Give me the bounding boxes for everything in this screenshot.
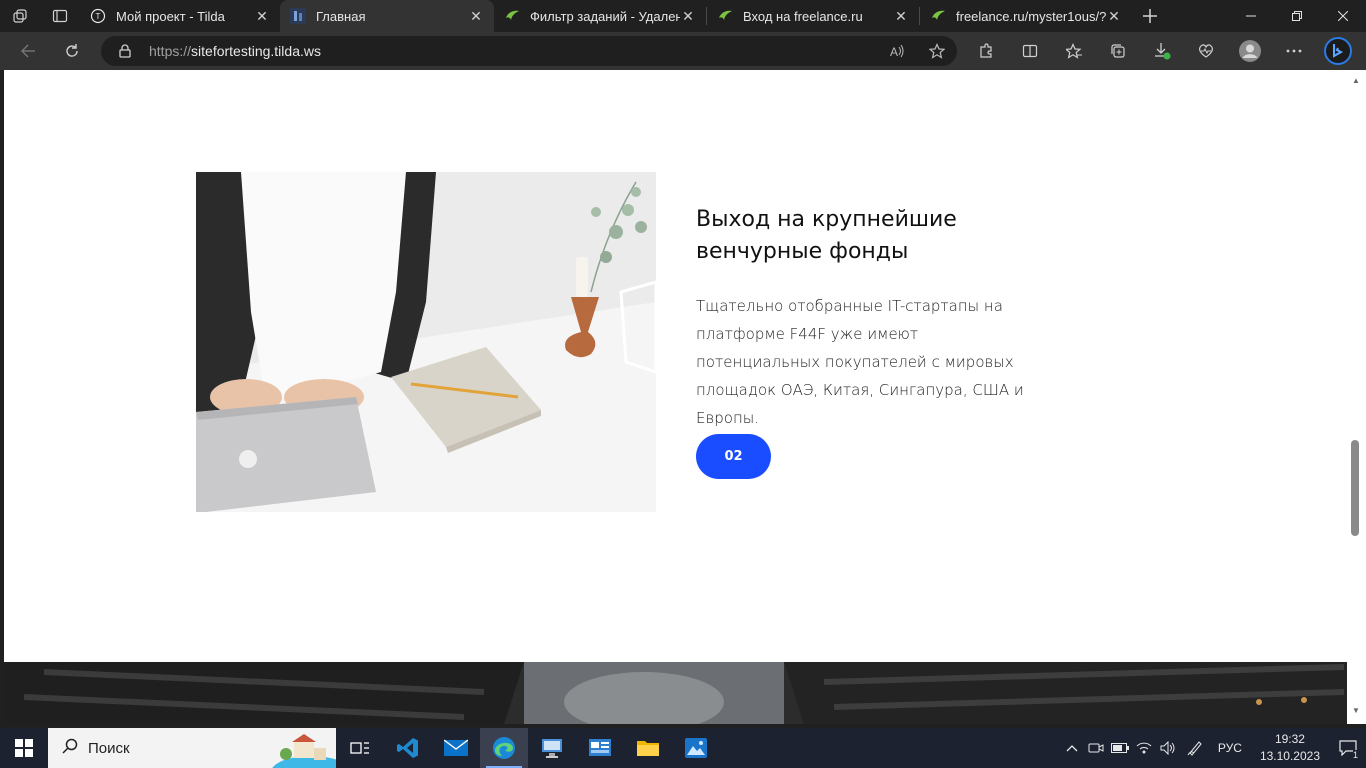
scroll-up-icon[interactable]: ▲ xyxy=(1351,76,1361,86)
tab-title: Главная xyxy=(316,8,366,24)
freelance-icon xyxy=(504,8,520,24)
tab-title: Вход на freelance.ru xyxy=(743,8,863,24)
browser-toolbar: https://sitefortesting.tilda.ws A xyxy=(0,32,1366,70)
minimize-icon[interactable] xyxy=(1228,0,1274,32)
profile-avatar[interactable] xyxy=(1228,32,1272,70)
site-thumbnail-icon xyxy=(290,8,306,24)
close-window-icon[interactable] xyxy=(1320,0,1366,32)
control-panel-icon[interactable] xyxy=(576,728,624,768)
tab-tilda-project[interactable]: T Мой проект - Tilda ✕ xyxy=(80,0,280,32)
extensions-icon[interactable] xyxy=(964,32,1008,70)
taskbar: Поиск РУС 19:32 13.10.2023 1 xyxy=(0,728,1366,768)
tab-freelance-login[interactable]: Вход на freelance.ru ✕ xyxy=(707,0,919,32)
meet-now-icon[interactable] xyxy=(1084,741,1108,755)
task-view-icon[interactable] xyxy=(336,728,384,768)
edge-icon[interactable] xyxy=(480,728,528,768)
close-tab-icon[interactable]: ✕ xyxy=(680,8,696,24)
bing-copilot-icon[interactable] xyxy=(1316,32,1360,70)
close-tab-icon[interactable]: ✕ xyxy=(1106,8,1122,24)
svg-text:A: A xyxy=(890,45,898,59)
url-scheme: https:// xyxy=(149,43,192,59)
notification-count: 1 xyxy=(1352,750,1358,760)
workspaces-icon[interactable] xyxy=(0,0,40,32)
tab-main[interactable]: Главная ✕ xyxy=(280,0,494,32)
downloads-icon[interactable] xyxy=(1140,32,1184,70)
search-highlight-image xyxy=(272,734,336,768)
mail-icon[interactable] xyxy=(432,728,480,768)
pen-ink-icon[interactable] xyxy=(1180,740,1210,756)
tab-title: Фильтр заданий - Удаленн xyxy=(530,8,680,24)
chevron-up-icon[interactable] xyxy=(1060,744,1084,752)
tab-actions-icon[interactable] xyxy=(40,0,80,32)
url-text[interactable]: https://sitefortesting.tilda.ws xyxy=(149,43,877,59)
clock-time: 19:32 xyxy=(1274,732,1305,746)
volume-icon[interactable] xyxy=(1156,741,1180,755)
scroll-down-icon[interactable]: ▼ xyxy=(1351,706,1361,716)
battery-icon[interactable] xyxy=(1108,743,1132,753)
hero-photo xyxy=(196,172,656,512)
step-number-button[interactable]: 02 xyxy=(696,434,771,479)
close-tab-icon[interactable]: ✕ xyxy=(893,8,909,24)
tab-freelance-profile[interactable]: freelance.ru/myster1ous/?cr ✕ xyxy=(920,0,1132,32)
close-tab-icon[interactable]: ✕ xyxy=(254,8,270,24)
performance-icon[interactable] xyxy=(1184,32,1228,70)
clock[interactable]: 19:32 13.10.2023 xyxy=(1250,731,1330,765)
language-indicator[interactable]: РУС xyxy=(1210,741,1250,755)
photos-icon[interactable] xyxy=(672,728,720,768)
search-label: Поиск xyxy=(88,739,130,757)
tilda-icon: T xyxy=(90,8,106,24)
vscode-icon[interactable] xyxy=(384,728,432,768)
search-icon xyxy=(62,738,78,758)
read-aloud-icon[interactable]: A xyxy=(877,43,917,59)
clock-date: 13.10.2023 xyxy=(1259,749,1320,763)
freelance-icon xyxy=(930,8,946,24)
section-heading: Выход на крупнейшие венчурные фонды xyxy=(696,207,957,264)
collections-icon[interactable] xyxy=(1096,32,1140,70)
next-section-image xyxy=(4,662,1347,724)
window-controls xyxy=(1228,0,1366,32)
refresh-icon[interactable] xyxy=(50,32,94,70)
favorites-icon[interactable] xyxy=(1052,32,1096,70)
settings-more-icon[interactable] xyxy=(1272,32,1316,70)
address-bar[interactable]: https://sitefortesting.tilda.ws A xyxy=(101,36,957,66)
remote-desktop-icon[interactable] xyxy=(528,728,576,768)
favorite-star-icon[interactable] xyxy=(917,43,957,59)
page-viewport: Выход на крупнейшие венчурные фонды Тщат… xyxy=(4,70,1347,724)
page-scrollbar[interactable]: ▲ ▼ xyxy=(1347,70,1366,724)
windows-start-icon[interactable] xyxy=(0,728,48,768)
network-icon[interactable] xyxy=(1132,741,1156,755)
taskbar-search[interactable]: Поиск xyxy=(48,728,336,768)
split-screen-icon[interactable] xyxy=(1008,32,1052,70)
file-explorer-icon[interactable] xyxy=(624,728,672,768)
back-icon[interactable] xyxy=(6,32,50,70)
url-host: sitefortesting.tilda.ws xyxy=(191,43,321,59)
tab-title: freelance.ru/myster1ous/?cr xyxy=(956,8,1106,24)
new-tab-button[interactable] xyxy=(1132,0,1168,32)
freelance-icon xyxy=(717,8,733,24)
scrollbar-thumb[interactable] xyxy=(1351,440,1359,536)
tab-strip: T Мой проект - Tilda ✕ Главная ✕ Фильтр … xyxy=(0,0,1366,32)
section-paragraph: Тщательно отобранные IT-стартапы на плат… xyxy=(696,297,1024,427)
close-tab-icon[interactable]: ✕ xyxy=(468,8,484,24)
restore-icon[interactable] xyxy=(1274,0,1320,32)
svg-text:T: T xyxy=(96,12,101,21)
system-tray: РУС 19:32 13.10.2023 1 xyxy=(1060,728,1366,768)
tab-title: Мой проект - Tilda xyxy=(116,8,225,24)
tab-task-filter[interactable]: Фильтр заданий - Удаленн ✕ xyxy=(494,0,706,32)
notifications-icon[interactable]: 1 xyxy=(1330,728,1366,768)
lock-icon[interactable] xyxy=(101,44,149,58)
